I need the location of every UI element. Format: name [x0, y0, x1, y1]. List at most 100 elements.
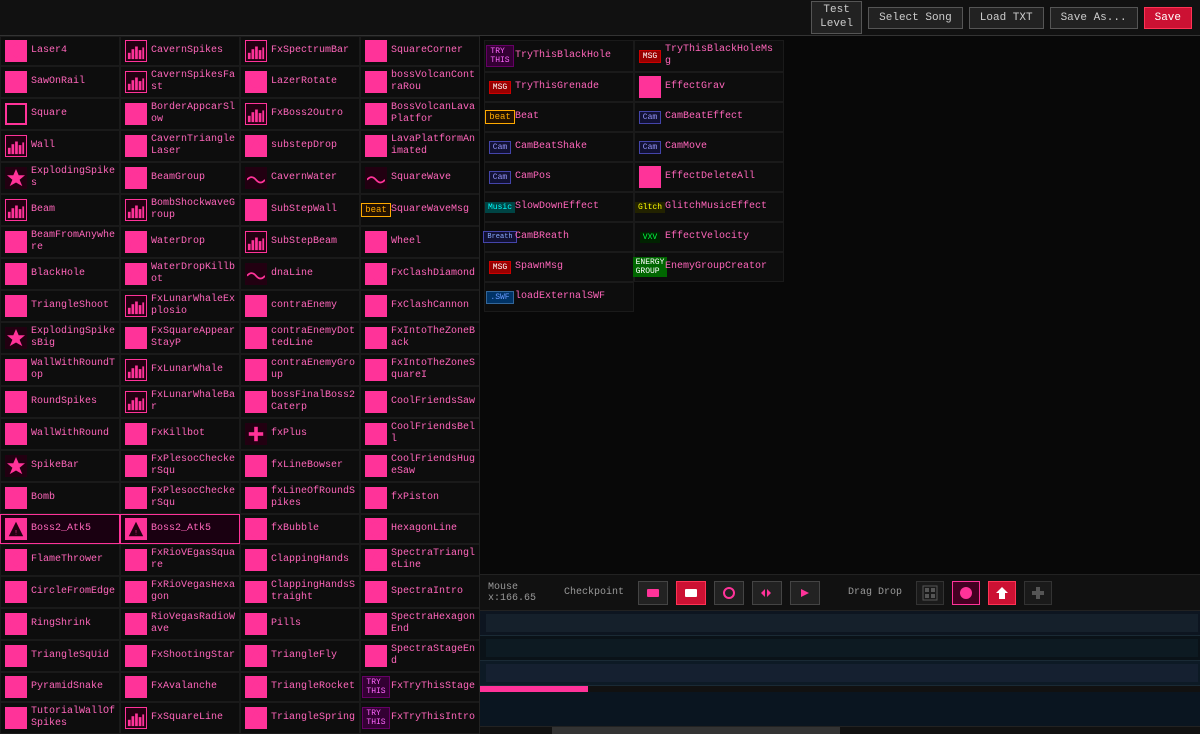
list-item[interactable]: BreathCamBReath: [484, 222, 634, 252]
list-item[interactable]: FxIntoTheZoneBack: [360, 322, 480, 354]
list-item[interactable]: Square: [0, 98, 120, 130]
list-item[interactable]: FxShootingStar: [120, 640, 240, 672]
list-item[interactable]: MSGTryThisGrenade: [484, 72, 634, 102]
list-item[interactable]: ENERGY GROUPEnemyGroupCreator: [634, 252, 784, 282]
list-item[interactable]: MSGTryThisBlackHoleMsg: [634, 40, 784, 72]
list-item[interactable]: ExplodingSpikesBig: [0, 322, 120, 354]
list-item[interactable]: TutorialWallOfSpikes: [0, 702, 120, 734]
list-item[interactable]: CoolFriendsHugeSaw: [360, 450, 480, 482]
list-item[interactable]: !Boss2_Atk5: [120, 514, 240, 544]
list-item[interactable]: BeamFromAnywhere: [0, 226, 120, 258]
list-item[interactable]: MSGSpawnMsg: [484, 252, 634, 282]
list-item[interactable]: WaterDrop: [120, 226, 240, 258]
list-item[interactable]: SpikeBar: [0, 450, 120, 482]
list-item[interactable]: SawOnRail: [0, 66, 120, 98]
dd-btn2[interactable]: [952, 581, 980, 605]
list-item[interactable]: WallWithRound: [0, 418, 120, 450]
list-item[interactable]: BorderAppcarSlow: [120, 98, 240, 130]
list-item[interactable]: bossVolcanContraRou: [360, 66, 480, 98]
list-item[interactable]: SubStepBeam: [240, 226, 360, 258]
list-item[interactable]: FxSquareAppearStayP: [120, 322, 240, 354]
checkpoint-btn2[interactable]: [676, 581, 706, 605]
save-button[interactable]: Save: [1144, 7, 1192, 29]
dd-btn4[interactable]: [1024, 581, 1052, 605]
list-item[interactable]: CamCamMove: [634, 132, 784, 162]
list-item[interactable]: substepDrop: [240, 130, 360, 162]
list-item[interactable]: fxPlus: [240, 418, 360, 450]
list-item[interactable]: FxClashDiamond: [360, 258, 480, 290]
save-as-button[interactable]: Save As...: [1050, 7, 1138, 29]
list-item[interactable]: !Boss2_Atk5: [0, 514, 120, 544]
list-item[interactable]: TRY THISFxTryThisIntro: [360, 702, 480, 734]
list-item[interactable]: SpectraStageEnd: [360, 640, 480, 672]
list-item[interactable]: MusicSlowDownEffect: [484, 192, 634, 222]
list-item[interactable]: FlameThrower: [0, 544, 120, 576]
list-item[interactable]: Laser4: [0, 36, 120, 66]
list-item[interactable]: ClappingHandsStraight: [240, 576, 360, 608]
list-item[interactable]: fxBubble: [240, 514, 360, 544]
list-item[interactable]: dnaLine: [240, 258, 360, 290]
list-item[interactable]: GltchGlitchMusicEffect: [634, 192, 784, 222]
list-item[interactable]: beatSquareWaveMsg: [360, 194, 480, 226]
list-item[interactable]: TriangleSpring: [240, 702, 360, 734]
scrollbar-thumb[interactable]: [552, 727, 840, 734]
list-item[interactable]: SpectraTriangleLine: [360, 544, 480, 576]
list-item[interactable]: ExplodingSpikes: [0, 162, 120, 194]
list-item[interactable]: .SWFloadExternalSWF: [484, 282, 634, 312]
list-item[interactable]: TriangleRocket: [240, 672, 360, 702]
list-item[interactable]: CavernSpikes: [120, 36, 240, 66]
list-item[interactable]: FxKillbot: [120, 418, 240, 450]
list-item[interactable]: fxLineOfRoundSpikes: [240, 482, 360, 514]
list-item[interactable]: PyramidSnake: [0, 672, 120, 702]
list-item[interactable]: FxAvalanche: [120, 672, 240, 702]
list-item[interactable]: FxRioVegasHexagon: [120, 576, 240, 608]
list-item[interactable]: FxIntoTheZoneSquareI: [360, 354, 480, 386]
list-item[interactable]: Bomb: [0, 482, 120, 514]
list-item[interactable]: CoolFriendsBell: [360, 418, 480, 450]
list-item[interactable]: FxPlesocCheckerSqu: [120, 450, 240, 482]
list-item[interactable]: WallWithRoundTop: [0, 354, 120, 386]
list-item[interactable]: TriangleSqUid: [0, 640, 120, 672]
list-item[interactable]: FxLunarWhaleBar: [120, 386, 240, 418]
list-item[interactable]: CamCamBeatShake: [484, 132, 634, 162]
list-item[interactable]: contraEnemy: [240, 290, 360, 322]
list-item[interactable]: ClappingHands: [240, 544, 360, 576]
list-item[interactable]: SubStepWall: [240, 194, 360, 226]
list-item[interactable]: CamCamPos: [484, 162, 634, 192]
list-item[interactable]: SpectraHexagonEnd: [360, 608, 480, 640]
list-item[interactable]: LavaPlatformAnimated: [360, 130, 480, 162]
list-item[interactable]: Wheel: [360, 226, 480, 258]
checkpoint-btn3[interactable]: [714, 581, 744, 605]
list-item[interactable]: TriangleFly: [240, 640, 360, 672]
list-item[interactable]: TriangleShoot: [0, 290, 120, 322]
list-item[interactable]: RoundSpikes: [0, 386, 120, 418]
dd-btn3[interactable]: [988, 581, 1016, 605]
list-item[interactable]: contraEnemyGroup: [240, 354, 360, 386]
load-txt-button[interactable]: Load TXT: [969, 7, 1044, 29]
list-item[interactable]: FxBoss2Outro: [240, 98, 360, 130]
list-item[interactable]: beatBeat: [484, 102, 634, 132]
list-item[interactable]: TRY THISTryThisBlackHole: [484, 40, 634, 72]
list-item[interactable]: TRY THISFxTryThisStage: [360, 672, 480, 702]
list-item[interactable]: BossVolcanLavaPlatfor: [360, 98, 480, 130]
list-item[interactable]: BombShockwaveGroup: [120, 194, 240, 226]
test-level-button[interactable]: Test Level: [811, 1, 862, 33]
horizontal-scrollbar[interactable]: [480, 726, 1200, 734]
list-item[interactable]: FxLunarWhaleExplosio: [120, 290, 240, 322]
list-item[interactable]: FxSquareLine: [120, 702, 240, 734]
list-item[interactable]: Pills: [240, 608, 360, 640]
dd-btn1[interactable]: [916, 581, 944, 605]
list-item[interactable]: CavernWater: [240, 162, 360, 194]
checkpoint-btn4[interactable]: [752, 581, 782, 605]
list-item[interactable]: contraEnemyDottedLine: [240, 322, 360, 354]
list-item[interactable]: Beam: [0, 194, 120, 226]
checkpoint-btn5[interactable]: [790, 581, 820, 605]
list-item[interactable]: BeamGroup: [120, 162, 240, 194]
list-item[interactable]: CavernSpikesFast: [120, 66, 240, 98]
list-item[interactable]: Wall: [0, 130, 120, 162]
list-item[interactable]: CamCamBeatEffect: [634, 102, 784, 132]
list-item[interactable]: WaterDropKillbot: [120, 258, 240, 290]
list-item[interactable]: LazerRotate: [240, 66, 360, 98]
list-item[interactable]: FxPlesocCheckerSqu: [120, 482, 240, 514]
list-item[interactable]: FxSpectrumBar: [240, 36, 360, 66]
